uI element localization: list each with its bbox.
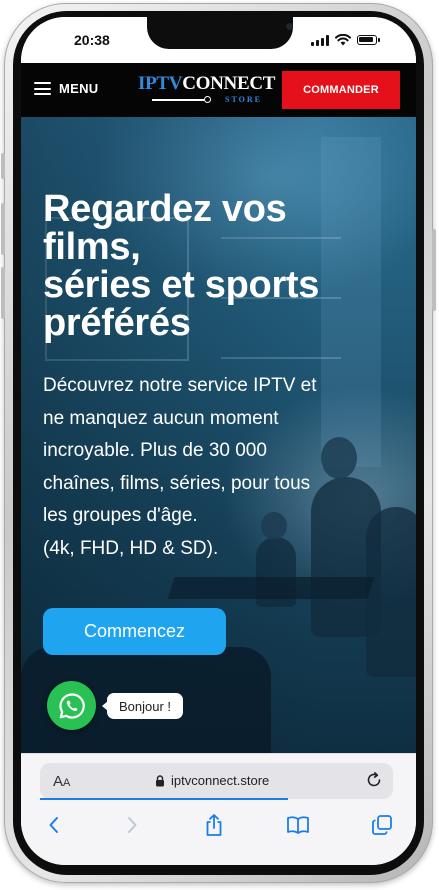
power-button bbox=[432, 229, 436, 311]
logo-underline bbox=[152, 99, 204, 101]
browser-toolbar: AA iptvconnect.store bbox=[21, 753, 416, 865]
reload-icon[interactable] bbox=[365, 771, 383, 789]
url-display[interactable]: iptvconnect.store bbox=[155, 773, 269, 788]
address-bar[interactable]: AA iptvconnect.store bbox=[40, 763, 393, 799]
menu-button[interactable]: MENU bbox=[34, 81, 98, 96]
bookmarks-icon bbox=[287, 816, 309, 834]
cellular-signal-icon bbox=[311, 34, 329, 46]
front-camera bbox=[286, 23, 293, 30]
tabs-button[interactable] bbox=[369, 812, 395, 838]
wifi-icon bbox=[335, 34, 351, 46]
site-logo[interactable]: IPTVCONNECT STORE bbox=[138, 73, 275, 109]
page-load-progress bbox=[40, 798, 288, 800]
forward-icon bbox=[128, 817, 137, 833]
text-size-button[interactable]: AA bbox=[53, 773, 70, 790]
volume-up-button bbox=[1, 203, 5, 255]
order-button[interactable]: COMMANDER bbox=[282, 71, 400, 109]
back-button[interactable] bbox=[41, 812, 67, 838]
logo-ring-icon bbox=[204, 96, 211, 103]
back-icon bbox=[49, 817, 58, 833]
phone-screen: 20:38 MENU IPTVCONNECT STORE COMMANDER R… bbox=[21, 17, 416, 865]
hero-description: Découvrez notre service IPTV et ne manqu… bbox=[43, 375, 317, 559]
tabs-icon bbox=[372, 815, 392, 835]
status-bar: 20:38 bbox=[21, 17, 416, 63]
bookmarks-button[interactable] bbox=[285, 812, 311, 838]
hero-title: Regardez vos films, séries et sports pré… bbox=[43, 188, 320, 344]
start-button[interactable]: Commencez bbox=[43, 608, 226, 655]
whatsapp-greeting-bubble[interactable]: Bonjour ! bbox=[101, 693, 184, 719]
menu-label: MENU bbox=[59, 81, 99, 96]
forward-button[interactable] bbox=[119, 812, 145, 838]
whatsapp-icon bbox=[58, 692, 85, 719]
share-button[interactable] bbox=[201, 812, 227, 838]
volume-down-button bbox=[1, 267, 5, 319]
status-time: 20:38 bbox=[74, 32, 110, 48]
browser-nav-bar bbox=[21, 810, 416, 840]
logo-wordmark: IPTVCONNECT bbox=[138, 73, 276, 94]
dynamic-notch bbox=[147, 17, 293, 49]
lock-icon bbox=[156, 774, 164, 786]
status-icons bbox=[311, 34, 380, 46]
share-icon bbox=[206, 814, 222, 836]
site-header: MENU IPTVCONNECT STORE COMMANDER bbox=[21, 63, 416, 117]
silent-switch bbox=[1, 153, 5, 179]
hero-section: Regardez vos films, séries et sports pré… bbox=[21, 117, 416, 753]
hamburger-icon bbox=[34, 82, 51, 95]
battery-icon bbox=[357, 35, 380, 45]
url-text: iptvconnect.store bbox=[171, 773, 270, 788]
logo-subtitle: STORE bbox=[225, 95, 262, 104]
whatsapp-button[interactable] bbox=[47, 681, 96, 730]
